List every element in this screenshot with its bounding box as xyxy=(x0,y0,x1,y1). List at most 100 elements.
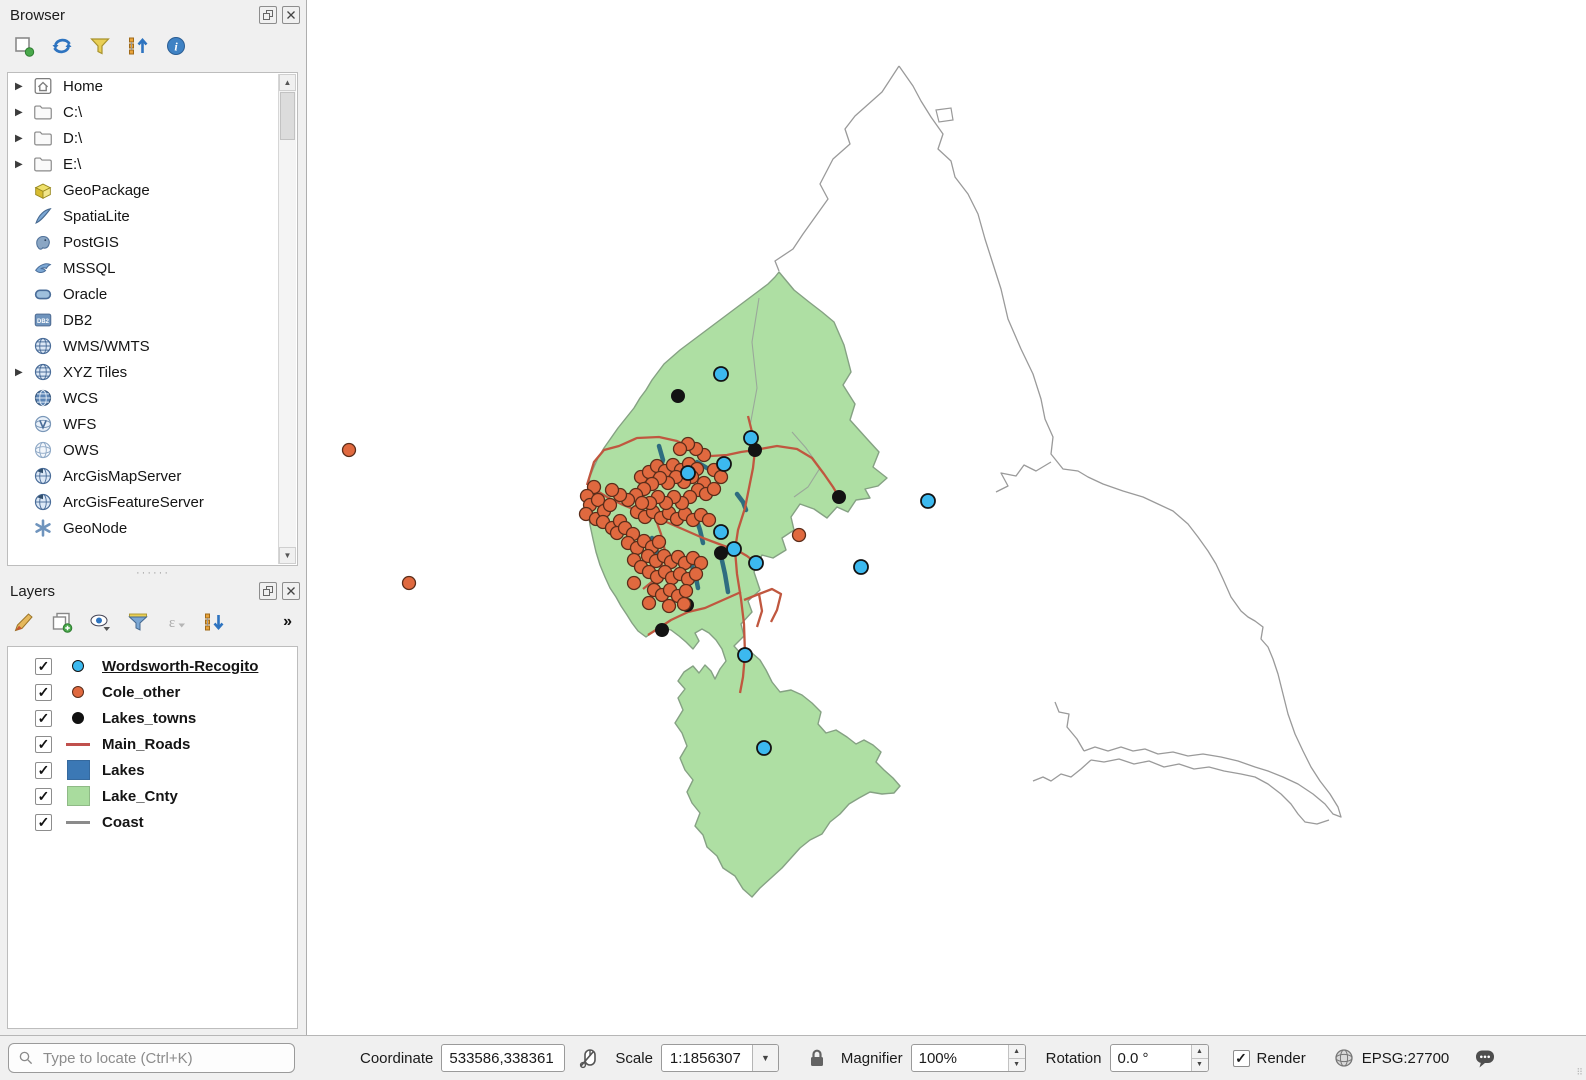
expand-arrow-icon[interactable]: ▶ xyxy=(15,107,32,118)
filter-legend-icon[interactable] xyxy=(126,610,150,634)
layer-row-coast[interactable]: ✓ Coast xyxy=(8,809,297,835)
scroll-up-icon[interactable]: ▲ xyxy=(279,74,296,91)
layer-visibility-checkbox[interactable]: ✓ xyxy=(35,684,52,701)
layers-float-button[interactable] xyxy=(259,582,277,600)
layer-visibility-checkbox[interactable]: ✓ xyxy=(35,736,52,753)
browser-item-home[interactable]: ▶ Home xyxy=(8,73,297,99)
rotation-input[interactable] xyxy=(1111,1045,1191,1071)
properties-icon[interactable]: i xyxy=(164,34,188,58)
crs-label: EPSG:27700 xyxy=(1362,1050,1450,1067)
browser-close-button[interactable] xyxy=(282,6,300,24)
browser-item-d[interactable]: ▶ D:\ xyxy=(8,125,297,151)
collapse-tree-icon[interactable] xyxy=(126,34,150,58)
magnifier-spinbox[interactable]: ▲▼ xyxy=(911,1044,1026,1072)
browser-item-geonode[interactable]: GeoNode xyxy=(8,515,297,541)
search-icon xyxy=(17,1049,35,1067)
layer-row-lakes[interactable]: ✓ Lakes xyxy=(8,757,297,783)
layer-row-lake-cnty[interactable]: ✓ Lake_Cnty xyxy=(8,783,297,809)
cole-point xyxy=(343,444,356,457)
browser-item-c[interactable]: ▶ C:\ xyxy=(8,99,297,125)
layer-name[interactable]: Cole_other xyxy=(102,684,180,701)
browser-item-arcgismapserver[interactable]: ArcGisMapServer xyxy=(8,463,297,489)
layer-visibility-checkbox[interactable]: ✓ xyxy=(35,788,52,805)
folder-icon xyxy=(32,101,54,123)
magnifier-input[interactable] xyxy=(912,1045,1008,1071)
render-checkbox[interactable]: ✓ xyxy=(1233,1050,1250,1067)
scrollbar-thumb[interactable] xyxy=(280,92,295,140)
crs-globe-icon[interactable] xyxy=(1332,1046,1356,1070)
filter-icon[interactable] xyxy=(88,34,112,58)
add-group-icon[interactable] xyxy=(50,610,74,634)
locator-input[interactable] xyxy=(41,1049,271,1068)
magnifier-up-icon[interactable]: ▲ xyxy=(1009,1045,1025,1059)
expand-arrow-icon[interactable]: ▶ xyxy=(15,133,32,144)
expand-arrow-icon[interactable]: ▶ xyxy=(15,159,32,170)
coastline xyxy=(899,66,1341,817)
browser-item-label: Home xyxy=(63,78,103,95)
browser-item-label: C:\ xyxy=(63,104,82,121)
add-layer-icon[interactable] xyxy=(12,34,36,58)
browser-item-e[interactable]: ▶E:\ xyxy=(8,151,297,177)
resize-grip[interactable]: ⠿ xyxy=(1576,1067,1584,1078)
browser-item-mssql[interactable]: MSSQL xyxy=(8,255,297,281)
browser-item-xyz-tiles[interactable]: ▶XYZ Tiles xyxy=(8,359,297,385)
browser-item-arcgisfeatureserver[interactable]: ArcGisFeatureServer xyxy=(8,489,297,515)
refresh-icon[interactable] xyxy=(50,34,74,58)
layer-visibility-checkbox[interactable]: ✓ xyxy=(35,658,52,675)
browser-item-spatialite[interactable]: SpatiaLite xyxy=(8,203,297,229)
wordsworth-point xyxy=(749,556,763,570)
browser-float-button[interactable] xyxy=(259,6,277,24)
expand-arrow-icon[interactable]: ▶ xyxy=(15,367,32,378)
browser-item-label: MSSQL xyxy=(63,260,116,277)
browser-item-postgis[interactable]: PostGIS xyxy=(8,229,297,255)
browser-item-geopackage[interactable]: GeoPackage xyxy=(8,177,297,203)
browser-item-wcs[interactable]: WCS xyxy=(8,385,297,411)
expression-filter-icon[interactable]: ε xyxy=(164,610,188,634)
layer-name[interactable]: Lakes_towns xyxy=(102,710,196,727)
style-brush-icon[interactable] xyxy=(12,610,36,634)
layer-visibility-checkbox[interactable]: ✓ xyxy=(35,762,52,779)
layers-close-button[interactable] xyxy=(282,582,300,600)
browser-scrollbar[interactable]: ▲ ▼ xyxy=(278,74,296,564)
rotation-up-icon[interactable]: ▲ xyxy=(1192,1045,1208,1059)
browser-item-label: GeoNode xyxy=(63,520,127,537)
expand-arrow-icon[interactable]: ▶ xyxy=(15,81,32,92)
layer-row-wordsworth-recogito[interactable]: ✓ Wordsworth-Recogito xyxy=(8,653,297,679)
scale-combo[interactable]: 1:1856307 ▼ xyxy=(661,1044,779,1072)
scroll-down-icon[interactable]: ▼ xyxy=(279,547,296,564)
scale-dropdown-icon[interactable]: ▼ xyxy=(752,1045,778,1071)
browser-item-db2[interactable]: DB2DB2 xyxy=(8,307,297,333)
map-svg xyxy=(307,0,1586,1035)
layer-name[interactable]: Main_Roads xyxy=(102,736,190,753)
lock-scale-icon[interactable] xyxy=(805,1046,829,1070)
magnifier-down-icon[interactable]: ▼ xyxy=(1009,1059,1025,1072)
layer-row-lakes-towns[interactable]: ✓ Lakes_towns xyxy=(8,705,297,731)
mouse-tracking-icon[interactable] xyxy=(577,1046,601,1070)
layer-row-cole-other[interactable]: ✓ Cole_other xyxy=(8,679,297,705)
browser-item-label: D:\ xyxy=(63,130,82,147)
messages-icon[interactable] xyxy=(1473,1046,1497,1070)
layer-name[interactable]: Lake_Cnty xyxy=(102,788,178,805)
layer-row-main-roads[interactable]: ✓ Main_Roads xyxy=(8,731,297,757)
layer-name[interactable]: Coast xyxy=(102,814,144,831)
browser-item-wms-wmts[interactable]: WMS/WMTS xyxy=(8,333,297,359)
locator-search[interactable] xyxy=(8,1043,295,1073)
map-canvas[interactable] xyxy=(307,0,1586,1035)
coordinate-input[interactable] xyxy=(441,1044,565,1072)
browser-item-wfs[interactable]: WFS xyxy=(8,411,297,437)
browser-item-oracle[interactable]: Oracle xyxy=(8,281,297,307)
layer-visibility-checkbox[interactable]: ✓ xyxy=(35,814,52,831)
layer-name[interactable]: Wordsworth-Recogito xyxy=(102,658,258,675)
toolbar-overflow-button[interactable]: » xyxy=(283,613,292,631)
globe-arc-icon xyxy=(32,491,54,513)
visibility-eye-icon[interactable] xyxy=(88,610,112,634)
rotation-down-icon[interactable]: ▼ xyxy=(1192,1059,1208,1072)
expand-tree-icon[interactable] xyxy=(202,610,226,634)
wordsworth-point xyxy=(744,431,758,445)
layer-visibility-checkbox[interactable]: ✓ xyxy=(35,710,52,727)
layer-name[interactable]: Lakes xyxy=(102,762,145,779)
rotation-spinbox[interactable]: ▲▼ xyxy=(1110,1044,1209,1072)
scale-value[interactable]: 1:1856307 xyxy=(662,1045,752,1071)
browser-item-ows[interactable]: OWS xyxy=(8,437,297,463)
layers-panel-header: Layers xyxy=(0,576,306,606)
